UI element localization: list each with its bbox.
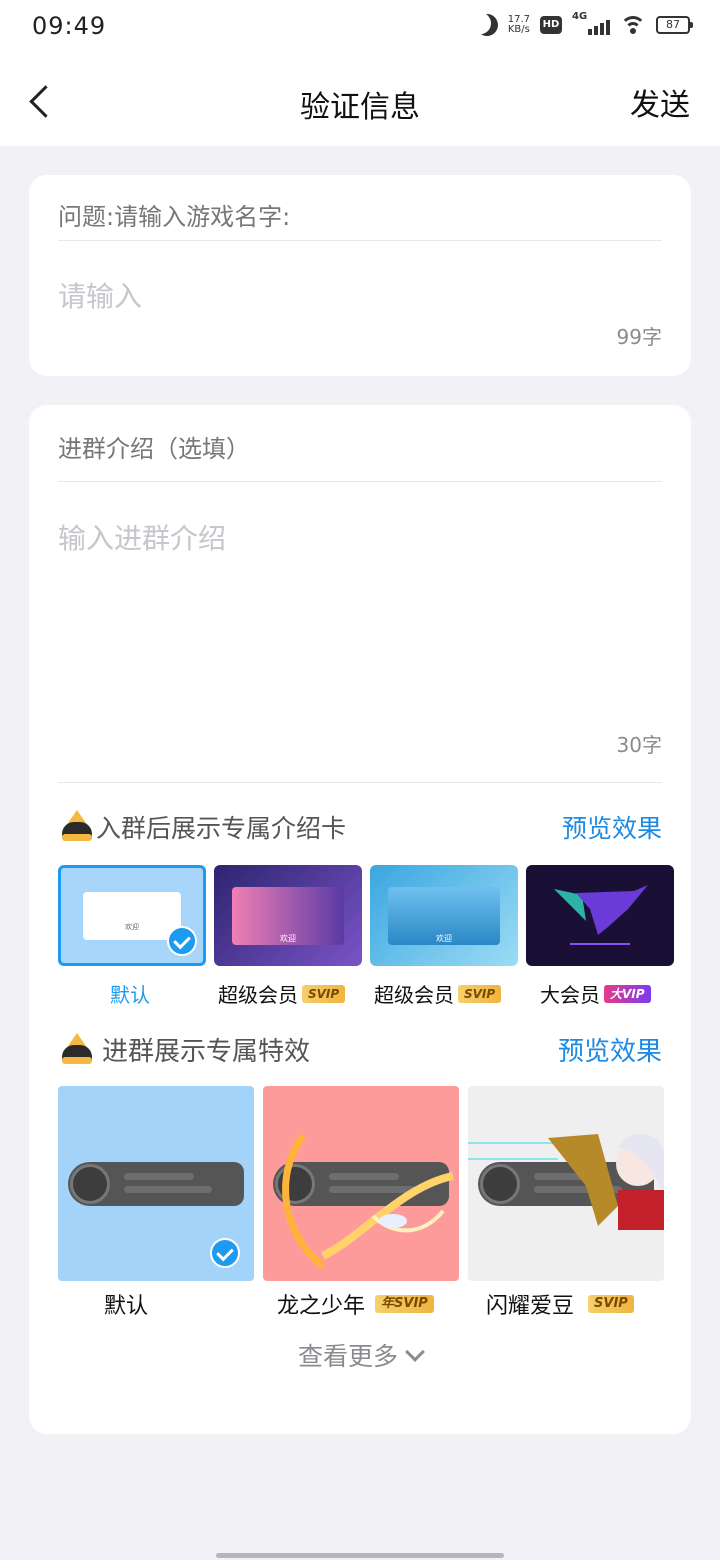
effect-option-shining-idol[interactable] <box>468 1086 664 1281</box>
intro-card-preview: 欢迎 <box>83 892 181 940</box>
chevron-down-icon <box>405 1342 425 1362</box>
intro-card-label-svip-2: 超级会员 SVIP <box>374 979 502 1008</box>
svip-badge: SVIP <box>302 984 346 1003</box>
svip-badge: SVIP <box>458 984 502 1003</box>
intro-card-label-big-vip: 大会员 大VIP <box>540 979 651 1008</box>
intro-card-preview-text: 欢迎 <box>280 934 296 943</box>
selected-check-icon <box>210 1238 240 1268</box>
big-vip-badge: 大VIP <box>604 984 651 1003</box>
intro-card-preview: 欢迎 <box>388 887 500 945</box>
network-type: 4G <box>572 11 588 22</box>
intro-card-label-svip-1: 超级会员 SVIP <box>218 979 346 1008</box>
intro-card-label-default: 默认 <box>110 979 150 1008</box>
effect-preview-bar <box>68 1162 244 1206</box>
svip-badge: SVIP <box>588 1295 634 1313</box>
effects-section-header: 进群展示专属特效 预览效果 <box>58 1029 662 1069</box>
battery-icon: 87 <box>656 16 693 34</box>
hd-icon: HD <box>540 16 562 34</box>
intro-card-option-svip-2[interactable]: 欢迎 <box>370 865 518 966</box>
question-label: 问题:请输入游戏名字: <box>58 203 291 231</box>
wifi-icon <box>620 15 646 35</box>
intro-card: 进群介绍（选填） 输入进群介绍 30字 入群后展示专属介绍卡 预览效果 欢迎 欢… <box>29 405 691 1434</box>
crown-icon <box>62 1033 92 1065</box>
intro-card-section-header: 入群后展示专属介绍卡 预览效果 <box>58 807 662 847</box>
effects-section-title: 进群展示专属特效 <box>102 1037 311 1067</box>
effect-label-dragon-boy: 龙之少年 年SVIP <box>277 1288 434 1320</box>
question-card: 问题:请输入游戏名字: 请输入 99字 <box>29 175 691 376</box>
send-button[interactable]: 发送 <box>630 80 690 124</box>
nav-bar: 验证信息 发送 <box>0 56 720 146</box>
intro-card-preview: 欢迎 <box>232 887 344 945</box>
divider <box>58 481 662 482</box>
label-text: 龙之少年 <box>277 1294 366 1319</box>
intro-label: 进群介绍（选填） <box>58 435 250 463</box>
intro-card-option-big-vip[interactable] <box>526 865 674 966</box>
intro-card-option-default[interactable]: 欢迎 <box>58 865 206 966</box>
intro-char-counter: 30字 <box>616 733 662 757</box>
fire-dragon-graphic <box>282 1133 454 1269</box>
purple-wing-graphic <box>554 885 648 945</box>
label-text: 超级会员 <box>218 983 298 1007</box>
effect-label-default: 默认 <box>104 1288 148 1320</box>
status-icons: 17.7 KB/s HD 4G 87 <box>473 11 693 39</box>
do-not-disturb-icon <box>473 11 501 39</box>
view-more-button[interactable]: 查看更多 <box>29 1337 691 1373</box>
effects-preview-link[interactable]: 预览效果 <box>558 1031 662 1068</box>
network-speed: 17.7 KB/s <box>508 15 530 35</box>
label-text: 超级会员 <box>374 983 454 1007</box>
answer-input[interactable]: 请输入 <box>58 275 142 315</box>
divider <box>58 782 662 783</box>
page-title: 验证信息 <box>300 90 420 125</box>
label-text: 默认 <box>104 1294 149 1319</box>
label-text: 默认 <box>110 983 150 1007</box>
intro-card-list: 欢迎 欢迎 欢迎 默认 超级会员 SVIP 超级会员 SVIP 大会员 大VIP <box>58 865 691 1015</box>
idol-character-graphic <box>468 1133 664 1230</box>
effect-label-shining-idol: 闪耀爱豆 SVIP <box>486 1288 634 1320</box>
home-indicator[interactable] <box>216 1553 504 1558</box>
intro-input[interactable]: 输入进群介绍 <box>58 517 226 557</box>
answer-char-counter: 99字 <box>616 325 662 349</box>
intro-card-option-svip-1[interactable]: 欢迎 <box>214 865 362 966</box>
status-bar: 09:49 17.7 KB/s HD 4G 87 <box>0 0 720 56</box>
cellular-signal-icon: 4G <box>572 11 610 35</box>
divider <box>58 240 662 241</box>
selected-check-icon <box>167 926 197 956</box>
annual-svip-badge: 年SVIP <box>375 1295 434 1313</box>
intro-card-preview-text: 欢迎 <box>436 934 452 943</box>
status-time: 09:49 <box>32 12 107 40</box>
effects-list: 默认 龙之少年 年SVIP 闪耀爱豆 SVIP <box>58 1086 691 1326</box>
intro-card-preview-text: 欢迎 <box>125 923 139 931</box>
crown-icon <box>62 810 92 842</box>
intro-card-section-title: 入群后展示专属介绍卡 <box>96 814 347 843</box>
effect-option-dragon-boy[interactable] <box>263 1086 459 1281</box>
view-more-label: 查看更多 <box>297 1342 398 1371</box>
intro-card-preview-link[interactable]: 预览效果 <box>562 809 662 845</box>
effect-option-default[interactable] <box>58 1086 254 1281</box>
label-text: 闪耀爱豆 <box>486 1294 575 1319</box>
label-text: 大会员 <box>540 983 600 1007</box>
network-speed-unit: KB/s <box>507 24 530 35</box>
